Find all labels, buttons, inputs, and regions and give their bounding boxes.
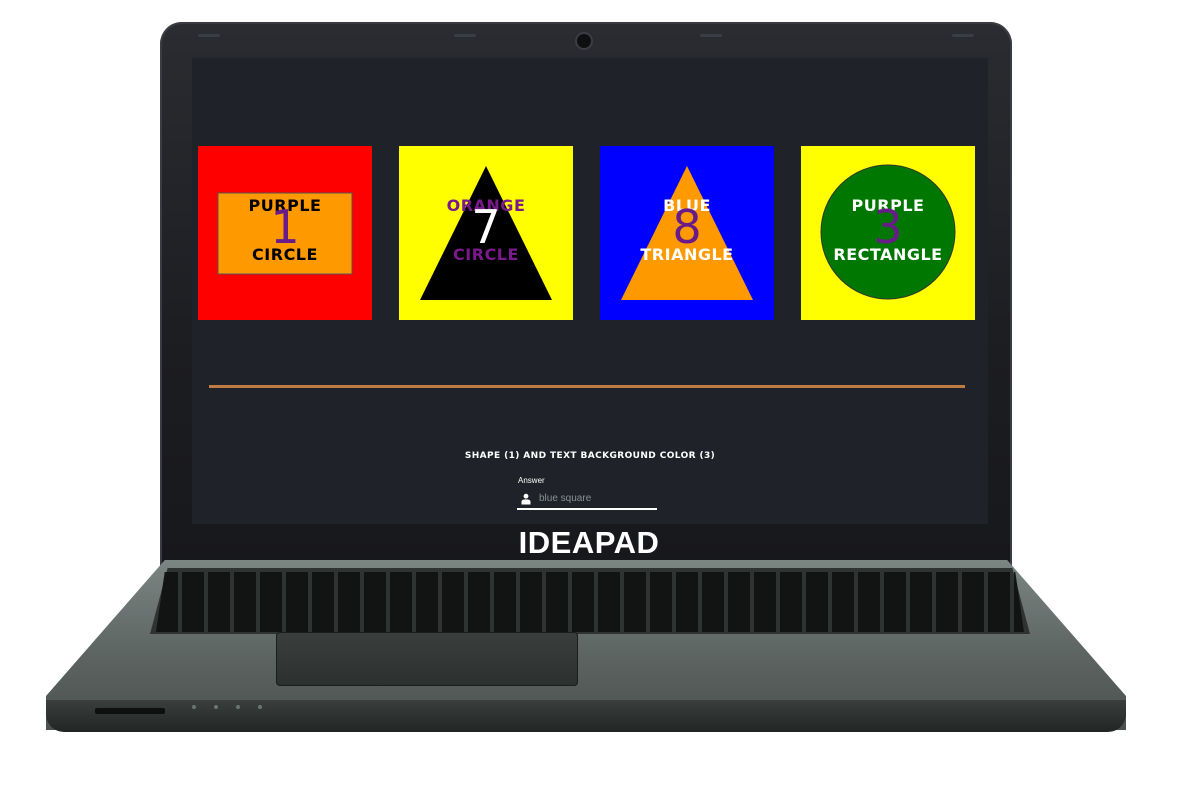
sd-card-slot: [95, 708, 165, 714]
answer-field[interactable]: [517, 488, 657, 510]
brand-logo: IDEAPAD: [518, 525, 660, 560]
laptop-front-edge: [46, 700, 1126, 732]
card-bottom-word: RECTANGLE: [833, 245, 943, 264]
status-led: [258, 705, 262, 709]
status-led: [236, 705, 240, 709]
touchpad: [276, 632, 578, 686]
shape-card-4[interactable]: PURPLE 3 RECTANGLE: [801, 146, 975, 320]
answer-label: Answer: [518, 476, 545, 485]
status-led: [214, 705, 218, 709]
keyboard-keys: [156, 572, 1024, 632]
card-bottom-word: CIRCLE: [453, 245, 519, 264]
lid-notch: [952, 34, 974, 37]
shape-card-2[interactable]: ORANGE 7 CIRCLE: [399, 146, 573, 320]
webcam-icon: [577, 34, 591, 48]
question-prompt: SHAPE (1) AND TEXT BACKGROUND COLOR (3): [464, 451, 716, 461]
lid-notch: [700, 34, 722, 37]
lid-notch: [198, 34, 220, 37]
screen: PURPLE 1 CIRCLE ORANGE 7 CIRCLE BLUE 8 T…: [192, 58, 988, 524]
lid-notch: [454, 34, 476, 37]
user-icon: [520, 492, 532, 505]
shape-card-3[interactable]: BLUE 8 TRIANGLE: [600, 146, 774, 320]
status-led: [192, 705, 196, 709]
answer-input[interactable]: [539, 492, 649, 504]
shape-card-1[interactable]: PURPLE 1 CIRCLE: [198, 146, 372, 320]
card-bottom-word: CIRCLE: [252, 245, 318, 264]
divider: [209, 385, 965, 388]
card-bottom-word: TRIANGLE: [640, 245, 734, 264]
